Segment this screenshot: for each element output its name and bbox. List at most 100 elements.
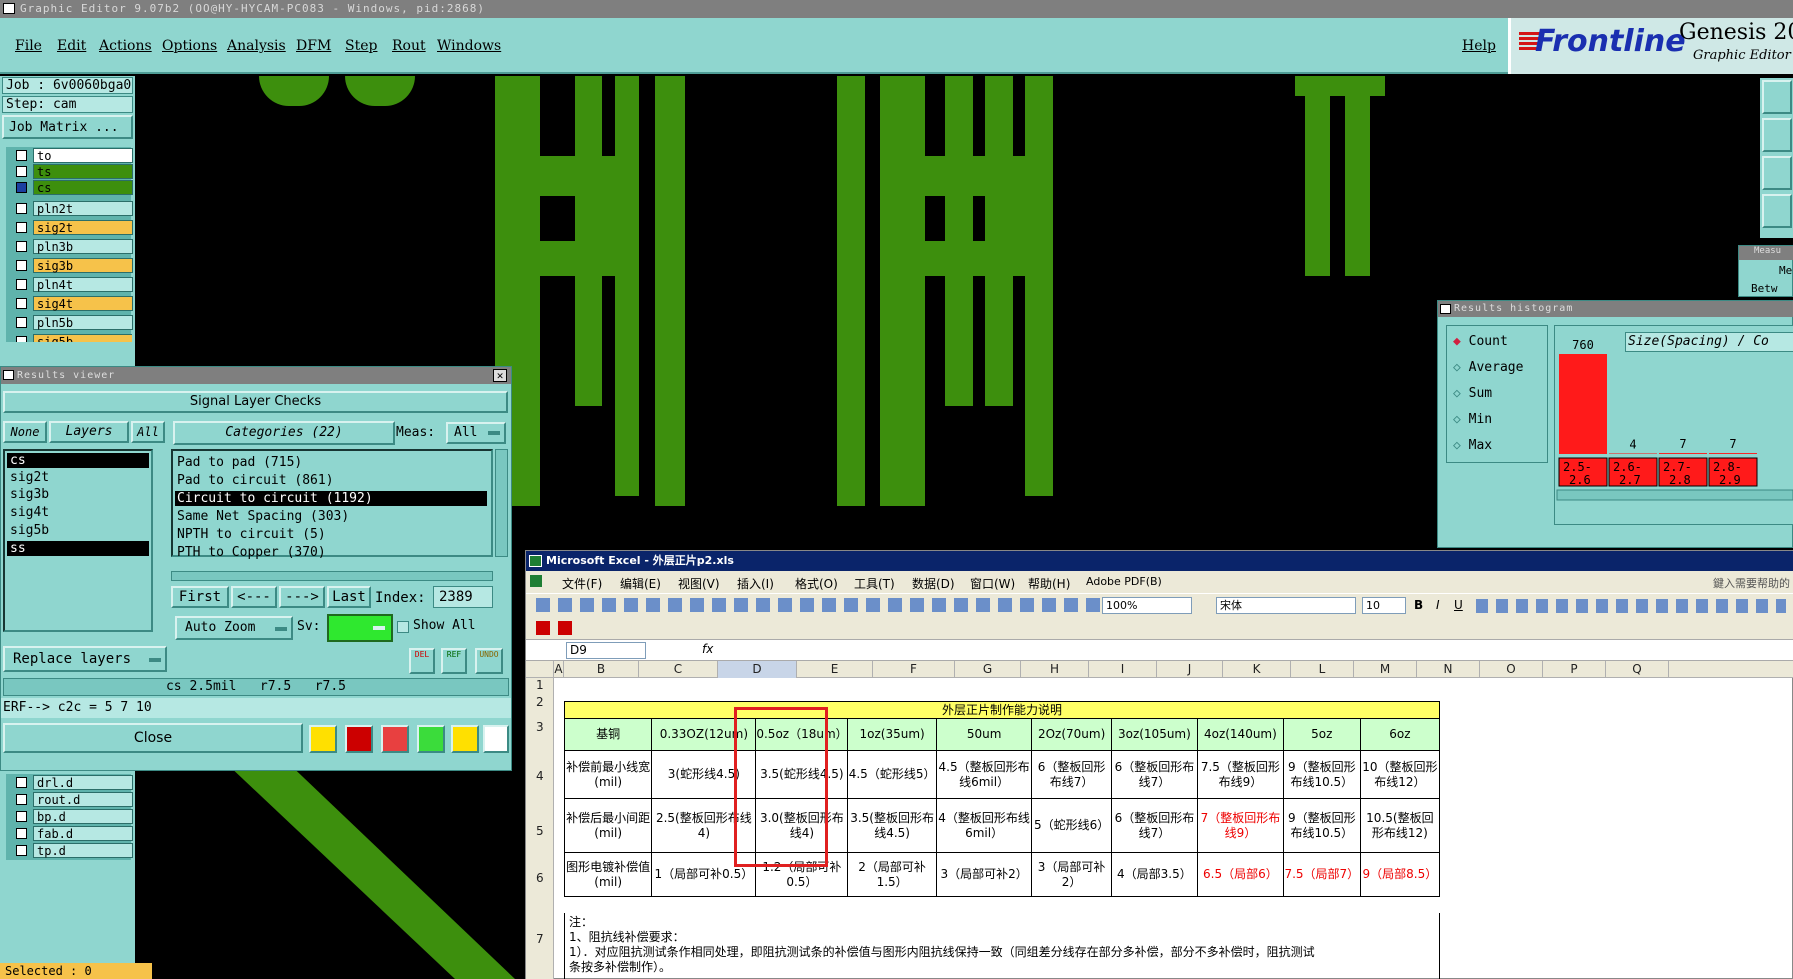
bold-button[interactable]: B [1414, 598, 1423, 612]
layers-button[interactable]: Layers [49, 421, 129, 443]
col-header-p[interactable]: P [1543, 661, 1606, 678]
excel-menu-window[interactable]: 窗口(W) [970, 575, 1015, 592]
pdf-mail-icon[interactable] [558, 621, 572, 635]
toolbar-icon-2[interactable] [1762, 118, 1792, 152]
close-icon[interactable]: ✕ [493, 369, 507, 382]
menu-dfm[interactable]: DFM [296, 38, 331, 54]
auto-zoom-dropdown[interactable]: Auto Zoom [175, 616, 293, 640]
font-name-dropdown[interactable]: 宋体 [1216, 597, 1356, 614]
row-header-2[interactable]: 2 [536, 695, 544, 709]
menu-help[interactable]: Help [1462, 38, 1496, 54]
col-header-n[interactable]: N [1417, 661, 1480, 678]
show-all-checkbox[interactable] [397, 621, 409, 633]
index-input[interactable]: 2389 [433, 586, 493, 608]
undo-icon[interactable]: UNDO [475, 648, 503, 674]
excel-menu-file[interactable]: 文件(F) [562, 575, 602, 592]
result-layer-sig4t[interactable]: sig4t [7, 505, 49, 520]
close-button[interactable]: Close [3, 723, 303, 753]
col-header-q[interactable]: Q [1606, 661, 1669, 678]
col-header-j[interactable]: J [1157, 661, 1223, 678]
ref-icon[interactable]: REF [441, 648, 467, 674]
result-layer-sig5b[interactable]: sig5b [7, 523, 49, 538]
toolbar-icon-3[interactable] [1762, 156, 1792, 190]
row-header-6[interactable]: 6 [536, 871, 544, 885]
menu-step[interactable]: Step [345, 38, 377, 54]
list-icon[interactable] [451, 725, 479, 753]
layer-row-pln2t[interactable]: pln2t [14, 200, 133, 217]
row-header-5[interactable]: 5 [536, 824, 544, 838]
format-toolbar-icons[interactable] [1476, 599, 1786, 613]
col-header-d[interactable]: D [718, 661, 797, 678]
row-header-3[interactable]: 3 [536, 720, 544, 734]
menu-windows[interactable]: Windows [437, 38, 501, 54]
job-matrix-button[interactable]: Job Matrix ... [2, 115, 133, 139]
col-header-m[interactable]: M [1354, 661, 1417, 678]
layer-row-sig3b[interactable]: sig3b [14, 257, 133, 274]
meas-dropdown[interactable]: All [446, 422, 506, 444]
all-button[interactable]: All [131, 421, 165, 443]
corner-cell[interactable] [526, 661, 554, 678]
name-box[interactable]: D9 [566, 642, 646, 659]
col-header-b[interactable]: B [564, 661, 639, 678]
category-pth-to-copper[interactable]: PTH to Copper (370) [177, 545, 326, 560]
col-header-k[interactable]: K [1223, 661, 1291, 678]
mark-icon[interactable] [417, 725, 445, 753]
histogram-bar[interactable] [1709, 453, 1757, 454]
excel-menu-format[interactable]: 格式(O) [795, 575, 838, 592]
font-size-dropdown[interactable]: 10 [1362, 597, 1406, 614]
layer-row-cs[interactable]: cs [14, 179, 133, 196]
italic-button[interactable]: I [1436, 598, 1440, 612]
col-header-e[interactable]: E [797, 661, 873, 678]
excel-menu-tools[interactable]: 工具(T) [854, 575, 895, 592]
category-pad-to-circuit[interactable]: Pad to circuit (861) [177, 473, 334, 488]
layer-row-pln3b[interactable]: pln3b [14, 238, 133, 255]
categories-button[interactable]: Categories (22) [173, 421, 395, 445]
menu-rout[interactable]: Rout [392, 38, 426, 54]
underline-button[interactable]: U [1454, 598, 1463, 612]
layer-results-list[interactable]: cs sig2t sig3b sig4t sig5b ss [3, 449, 153, 632]
excel-menu-data[interactable]: 数据(D) [912, 575, 955, 592]
mode-count[interactable]: ◆ Count [1453, 334, 1508, 349]
category-npth-to-circuit[interactable]: NPTH to circuit (5) [177, 527, 326, 542]
excel-menu-help[interactable]: 帮助(H) [1028, 575, 1070, 592]
row-header-1[interactable]: 1 [536, 678, 544, 692]
category-circuit-to-circuit[interactable]: Circuit to circuit (1192) [175, 491, 487, 506]
mode-max[interactable]: ◇ Max [1453, 438, 1492, 453]
mode-min[interactable]: ◇ Min [1453, 412, 1492, 427]
layer-row-fab[interactable]: fab.d [14, 825, 133, 842]
col-header-o[interactable]: O [1480, 661, 1543, 678]
fx-icon[interactable]: fx [702, 642, 713, 656]
last-button[interactable]: Last [327, 586, 371, 608]
col-header-i[interactable]: I [1089, 661, 1157, 678]
result-layer-cs[interactable]: cs [7, 453, 149, 468]
excel-menu-adobe[interactable]: Adobe PDF(B) [1086, 575, 1162, 588]
category-pad-to-pad[interactable]: Pad to pad (715) [177, 455, 302, 470]
toolbar-icon-4[interactable] [1762, 194, 1792, 228]
col-header-h[interactable]: H [1021, 661, 1089, 678]
excel-menu-view[interactable]: 视图(V) [678, 575, 720, 592]
del-icon[interactable]: DEL [409, 648, 435, 674]
sv-color-dropdown[interactable] [327, 614, 393, 642]
excel-help-box[interactable]: 鍵入需要帮助的 [1713, 575, 1790, 591]
menu-analysis[interactable]: Analysis [227, 38, 286, 54]
layer-row-ts[interactable]: ts [14, 163, 133, 180]
layer-row-rout[interactable]: rout.d [14, 791, 133, 808]
standard-toolbar-icons[interactable] [536, 598, 1136, 612]
excel-menu-insert[interactable]: 插入(I) [737, 575, 774, 592]
result-layer-sig3b[interactable]: sig3b [7, 487, 49, 502]
mode-average[interactable]: ◇ Average [1453, 360, 1523, 375]
layer-row-sig4t[interactable]: sig4t [14, 295, 133, 312]
category-scrollbar[interactable] [495, 449, 508, 557]
first-button[interactable]: First [171, 586, 229, 608]
notes-cell[interactable]: 注： 1、阻抗线补偿要求： 1）．对应阻抗测试条作相同处理，即阻抗测试条的补偿值… [564, 913, 1440, 979]
result-layer-ss[interactable]: ss [7, 541, 149, 556]
col-header-f[interactable]: F [873, 661, 955, 678]
zoom-dropdown[interactable]: 100% [1102, 597, 1192, 614]
layer-row-pln5b[interactable]: pln5b [14, 314, 133, 331]
col-header-l[interactable]: L [1291, 661, 1354, 678]
replace-layers-dropdown[interactable]: Replace layers [3, 646, 167, 672]
histogram-bar[interactable] [1559, 354, 1607, 454]
pdf-icon[interactable] [536, 621, 550, 635]
histogram-bar[interactable] [1609, 453, 1657, 454]
cross-icon[interactable] [381, 725, 409, 753]
